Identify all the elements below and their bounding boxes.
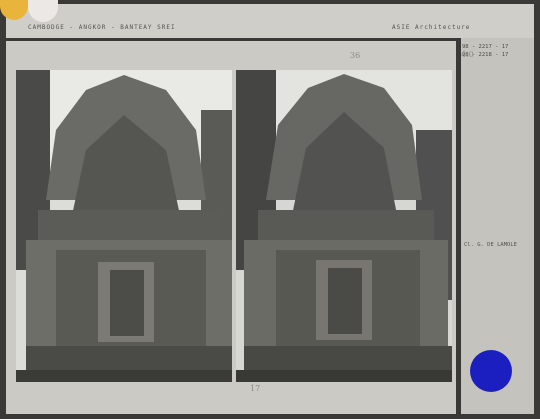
archive-card: CAMBODGE - ANGKOR - BANTEAY SREI ASIE Ar… xyxy=(0,0,540,419)
temple-shrine-photo-right xyxy=(236,70,452,382)
pencil-left-mark: 4.0 xyxy=(461,50,474,59)
temple-shrine-photo-left xyxy=(16,70,232,382)
pencil-bottom-mark: 17 xyxy=(250,384,261,393)
header-strip: CAMBODGE - ANGKOR - BANTEAY SREI ASIE Ar… xyxy=(6,4,534,39)
photo-credit: Cl. G. DE LAMOLE xyxy=(464,242,517,248)
pencil-top-number: 36 xyxy=(350,51,361,60)
location-caption: CAMBODGE - ANGKOR - BANTEAY SREI xyxy=(28,24,176,31)
blue-sticker xyxy=(470,350,512,392)
category-caption: ASIE Architecture xyxy=(392,24,471,31)
